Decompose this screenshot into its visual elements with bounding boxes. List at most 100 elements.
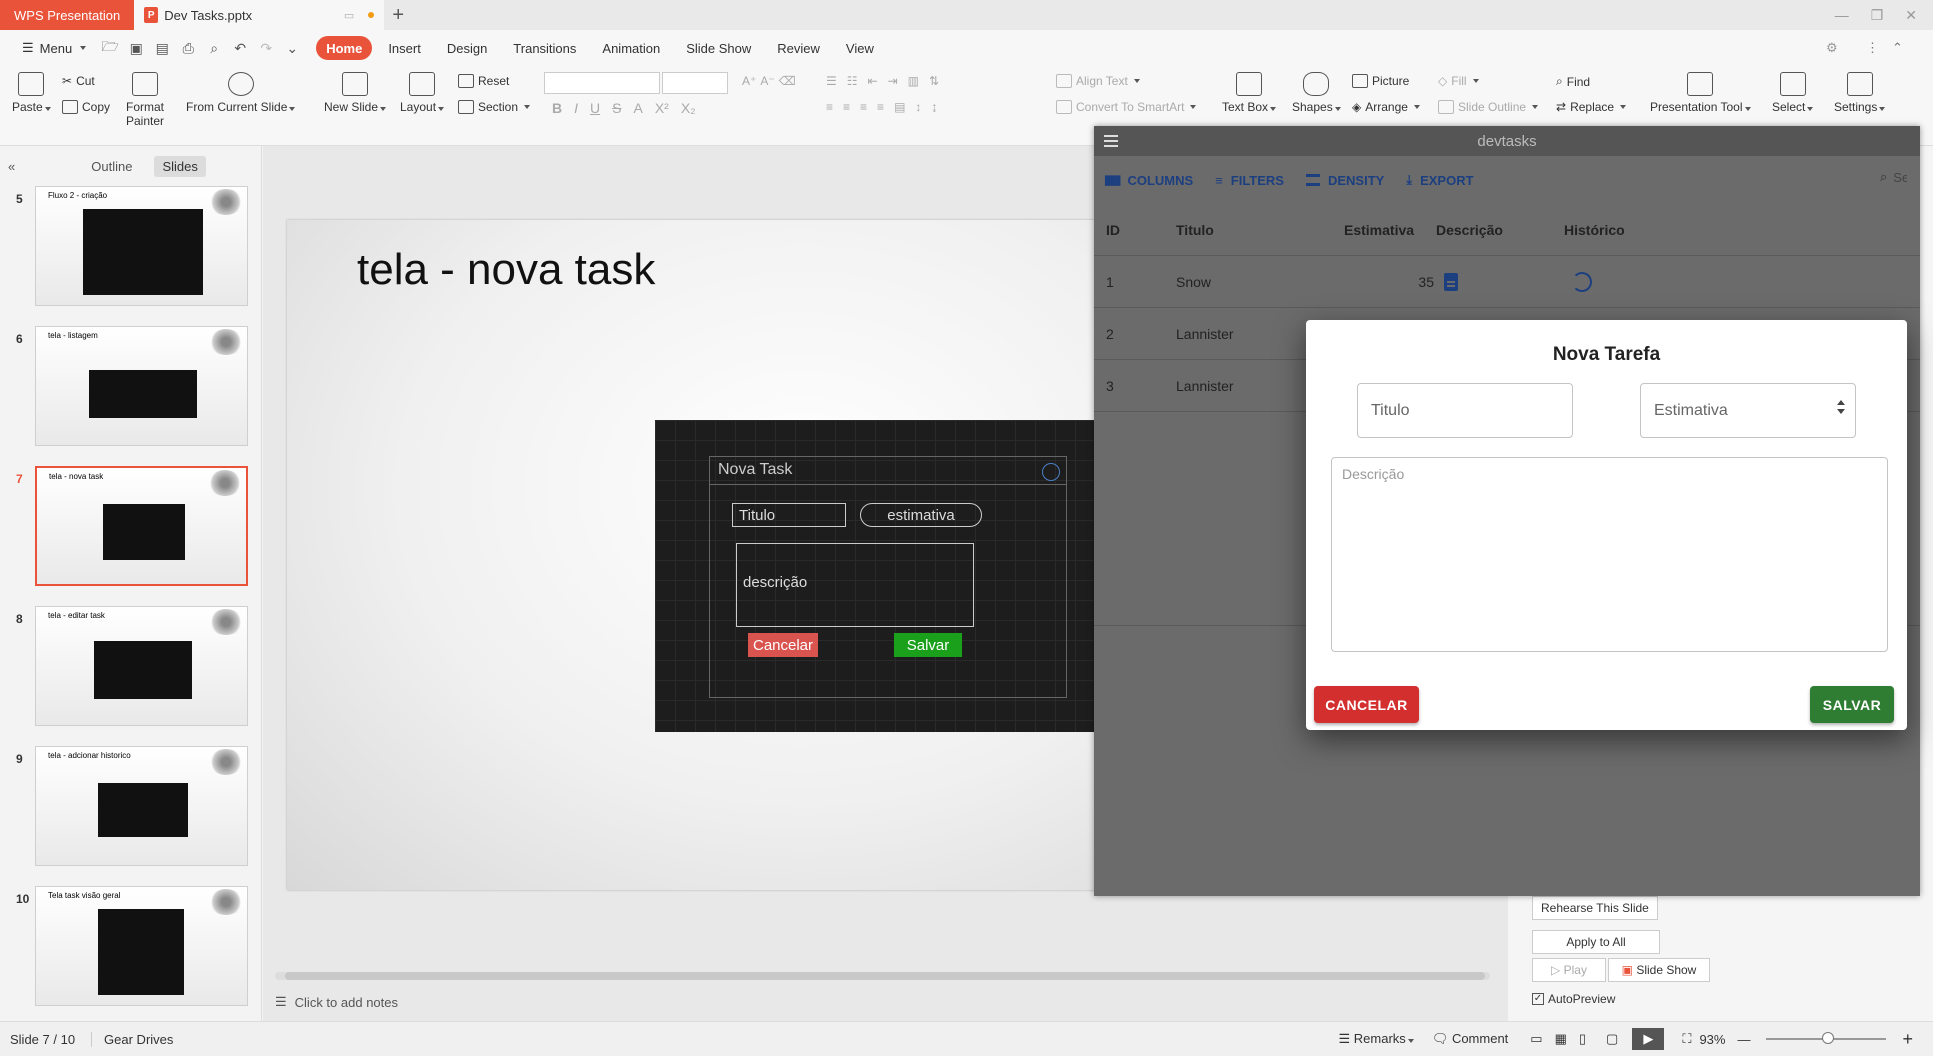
save-button[interactable]: SALVAR (1810, 686, 1894, 723)
para-spacing-icon[interactable]: ↨ (931, 100, 937, 114)
slide-canvas[interactable]: tela - nova task Nova Task Titulo estima… (287, 220, 1175, 890)
sorter-view-icon[interactable]: ▦ (1555, 1031, 1567, 1047)
layout-button[interactable]: Layout (400, 72, 445, 114)
new-slide-button[interactable]: New Slide (324, 72, 387, 114)
search-field[interactable]: ⌕ Sea (1880, 162, 1920, 192)
cancel-button[interactable]: CANCELAR (1314, 686, 1419, 723)
subscript-icon[interactable]: X₂ (681, 100, 696, 116)
slide-outline-button[interactable]: Slide Outline (1438, 100, 1539, 114)
main-menu-button[interactable]: ☰ Menu (14, 35, 94, 61)
italic-icon[interactable]: I (574, 100, 578, 116)
slide-title[interactable]: tela - nova task (357, 245, 655, 295)
columns-text-icon[interactable]: ▥ (908, 74, 919, 88)
bold-icon[interactable]: B (552, 100, 562, 116)
play-button[interactable]: ▷ Play (1532, 958, 1606, 982)
reading-view-icon[interactable]: ▯ (1579, 1031, 1586, 1047)
select-button[interactable]: Select (1772, 72, 1814, 114)
history-icon[interactable] (1572, 272, 1592, 292)
comment-button[interactable]: 🗨 Comment (1432, 1031, 1508, 1047)
more-options-icon[interactable]: ⋮ (1866, 40, 1879, 56)
font-size-select[interactable] (662, 72, 728, 94)
align-controls[interactable]: ≡ ≡ ≡ ≡ ▤ ↕ ↨ (826, 100, 937, 114)
copy-button[interactable]: Copy (62, 100, 110, 114)
font-style-controls[interactable]: B I U S A X² X₂ (552, 100, 696, 116)
slide-thumbnail-row[interactable]: 6 tela - listagem (0, 326, 262, 451)
print-preview-icon[interactable]: ⌕ (204, 38, 224, 58)
app-tab[interactable]: WPS Presentation (0, 0, 135, 30)
find-button[interactable]: ⌕ Find (1556, 74, 1590, 89)
sort-icon[interactable]: ⇅ (929, 74, 939, 88)
slide-thumbnail-row[interactable]: 5 Fluxo 2 - criação (0, 186, 262, 311)
estimativa-input[interactable]: Estimativa (1640, 383, 1856, 438)
slide-show-button[interactable]: ▣ Slide Show (1608, 958, 1710, 982)
redo-icon[interactable]: ↷ (256, 38, 276, 58)
cut-button[interactable]: ✂ Cut (62, 74, 95, 88)
document-tab[interactable]: P Dev Tasks.pptx ▭ (134, 0, 385, 30)
presenter-icon[interactable]: ▢ (1606, 1031, 1618, 1047)
open-folder-icon[interactable]: 🗁 (100, 38, 120, 58)
line-spacing-icon[interactable]: ↕ (915, 100, 921, 114)
autopreview-checkbox[interactable]: ✓ AutoPreview (1532, 992, 1615, 1006)
align-right-icon[interactable]: ≡ (860, 100, 867, 114)
descricao-textarea[interactable]: Descrição (1331, 457, 1888, 652)
rehearse-slide-button[interactable]: Rehearse This Slide (1532, 896, 1658, 920)
numbering-icon[interactable]: ☷ (847, 74, 858, 88)
underline-icon[interactable]: U (590, 100, 600, 116)
zoom-slider-handle[interactable] (1822, 1032, 1835, 1044)
slide-thumbnail[interactable]: Tela task visão geral (35, 886, 248, 1006)
indent-icon[interactable]: ⇥ (888, 74, 898, 88)
picture-button[interactable]: Picture (1352, 74, 1409, 88)
titulo-input[interactable]: Titulo (1357, 383, 1573, 438)
stepper-up-icon[interactable] (1837, 400, 1845, 405)
tab-slides[interactable]: Slides (154, 155, 206, 177)
format-painter-button[interactable]: Format Painter (122, 72, 168, 128)
shapes-button[interactable]: Shapes (1292, 72, 1341, 114)
restore-icon[interactable]: ❐ (1871, 7, 1884, 24)
slide-thumbnail-row[interactable]: 8 tela - editar task (0, 606, 262, 731)
from-current-slide-button[interactable]: From Current Slide (186, 72, 296, 114)
text-box-button[interactable]: Text Box (1222, 72, 1277, 114)
outdent-icon[interactable]: ⇤ (868, 74, 878, 88)
settings-button[interactable]: Settings (1834, 72, 1886, 114)
remarks-button[interactable]: ☰ Remarks (1339, 1031, 1414, 1047)
column-header-id[interactable]: ID (1106, 204, 1120, 256)
tab-animation[interactable]: Animation (592, 36, 670, 60)
print-icon[interactable]: ⎙ (178, 38, 198, 58)
zoom-in-icon[interactable]: + (1902, 1029, 1913, 1050)
density-button[interactable]: DENSITY (1305, 173, 1384, 188)
distribute-icon[interactable]: ▤ (894, 100, 905, 114)
document-icon[interactable] (1444, 273, 1458, 291)
slide-thumbnail-active[interactable]: tela - nova task (35, 466, 248, 586)
tab-insert[interactable]: Insert (378, 36, 431, 60)
align-text-button[interactable]: Align Text (1056, 74, 1140, 88)
close-icon[interactable]: ✕ (1905, 7, 1917, 24)
slide-thumbnail[interactable]: tela - editar task (35, 606, 248, 726)
filters-button[interactable]: ≡ FILTERS (1215, 173, 1284, 188)
table-row[interactable]: 1 Snow 35 (1094, 256, 1920, 308)
tab-review[interactable]: Review (767, 36, 830, 60)
slide-thumbnail[interactable]: tela - listagem (35, 326, 248, 446)
convert-smartart-button[interactable]: Convert To SmartArt (1056, 100, 1197, 114)
font-family-select[interactable] (544, 72, 660, 94)
zoom-level[interactable]: 93% (1699, 1032, 1725, 1047)
justify-icon[interactable]: ≡ (877, 100, 884, 114)
slide-thumbnail-row[interactable]: 10 Tela task visão geral (0, 886, 262, 1011)
align-left-icon[interactable]: ≡ (826, 100, 833, 114)
new-tab-button[interactable]: + (384, 0, 412, 30)
save-icon[interactable]: ▣ (126, 38, 146, 58)
undo-icon[interactable]: ↶ (230, 38, 250, 58)
font-color-icon[interactable]: A (633, 100, 642, 116)
presentation-tool-button[interactable]: Presentation Tool (1650, 72, 1751, 114)
number-stepper[interactable] (1837, 400, 1845, 414)
customize-icon[interactable]: ⌄ (282, 38, 302, 58)
slide-thumbnail[interactable]: Fluxo 2 - criação (35, 186, 248, 306)
bullets-icon[interactable]: ☰ (826, 74, 837, 88)
column-header-titulo[interactable]: Titulo (1176, 204, 1214, 256)
zoom-slider[interactable] (1766, 1032, 1887, 1044)
reset-button[interactable]: Reset (458, 74, 509, 88)
paste-button[interactable]: Paste (12, 72, 51, 114)
export-button[interactable]: ⤓ EXPORT (1406, 172, 1473, 188)
tab-home[interactable]: Home (316, 36, 373, 60)
slide-thumbnail-row[interactable]: 9 tela - adcionar historico (0, 746, 262, 871)
tab-slide-show[interactable]: Slide Show (676, 36, 761, 60)
